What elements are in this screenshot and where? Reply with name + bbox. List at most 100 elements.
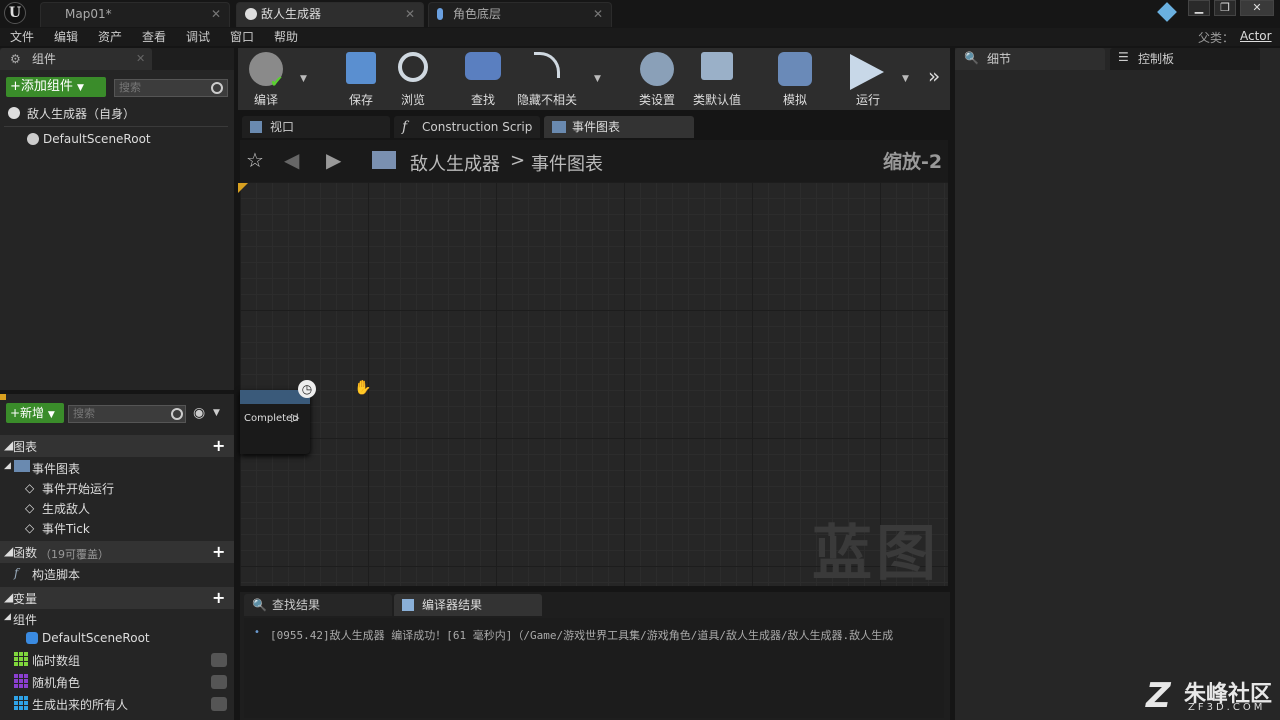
variables-section-label: 变量 [13, 592, 38, 606]
hand-cursor-icon: ✋ [354, 380, 372, 396]
class-defaults-button[interactable]: 类默认值 [688, 50, 746, 108]
components-tab-label: 组件 [32, 52, 57, 66]
tab-components[interactable] [0, 48, 152, 70]
parent-class-link[interactable]: Actor [1240, 29, 1272, 43]
function-icon: f [14, 566, 19, 580]
browse-button[interactable]: 浏览 [390, 50, 436, 108]
variable-item[interactable]: 随机角色 [32, 674, 80, 691]
tab-label: 查找结果 [272, 598, 321, 612]
menu-asset[interactable]: 资产 [98, 28, 122, 46]
array-variable-icon [14, 652, 28, 666]
compiler-log-line[interactable]: [0955.42]敌人生成器 编译成功！[61 毫秒内]（/Game/游戏世界工… [270, 627, 942, 643]
variable-item[interactable]: 临时数组 [32, 652, 80, 669]
chevron-down-icon: ▼ [47, 410, 55, 420]
more-tools-icon[interactable]: » [928, 64, 940, 88]
close-icon[interactable]: ✕ [405, 3, 415, 25]
function-icon: f [402, 119, 408, 135]
magnifier-icon [398, 52, 428, 82]
components-category-label[interactable]: 组件 [13, 611, 37, 628]
tab-viewport[interactable]: 视口 [242, 116, 390, 138]
tab-construction-script[interactable]: f Construction Scrip [394, 116, 540, 138]
event-item[interactable]: 生成敌人 [42, 500, 90, 517]
variable-item[interactable]: 生成出来的所有人 [32, 696, 128, 713]
tab-map01[interactable]: Map01* ✕ [40, 2, 230, 27]
variable-component-root[interactable]: DefaultSceneRoot [42, 631, 150, 645]
event-item[interactable]: 事件开始运行 [42, 480, 114, 497]
maximize-icon[interactable]: ❐ [1214, 0, 1236, 16]
close-icon[interactable]: ✕ [593, 3, 603, 25]
chevron-down-icon[interactable]: ▼ [300, 74, 307, 84]
exec-pin-icon[interactable]: ▷ [291, 411, 299, 424]
event-item[interactable]: 事件Tick [42, 520, 90, 537]
tab-character-base[interactable]: 角色底层 ✕ [428, 2, 612, 27]
close-icon[interactable]: ✕ [136, 52, 145, 65]
class-settings-button[interactable]: 类设置 [634, 50, 680, 108]
details-tab-label: 细节 [987, 52, 1012, 66]
palette-tab-label: 控制板 [1138, 52, 1175, 66]
components-tab-icon: ⚙ [10, 52, 21, 66]
blueprint-search-input[interactable]: 搜索 [68, 405, 186, 423]
default-scene-root-item[interactable]: DefaultSceneRoot [43, 132, 151, 146]
chevron-down-icon[interactable]: ▼ [213, 408, 220, 418]
scene-component-icon [26, 632, 38, 644]
play-button[interactable]: 运行 [842, 50, 894, 108]
add-graph-icon[interactable]: + [212, 438, 225, 454]
add-component-button[interactable]: +添加组件 ▼ [6, 77, 106, 97]
back-arrow-icon[interactable]: ◀ [284, 148, 299, 172]
unreal-logo-icon[interactable]: U [4, 2, 26, 24]
latent-clock-icon: ◷ [298, 380, 316, 398]
construction-script-item[interactable]: 构造脚本 [32, 566, 80, 583]
tab-enemy-spawner[interactable]: 敌人生成器 ✕ [236, 2, 424, 27]
breadcrumb-root[interactable]: 敌人生成器 [410, 150, 500, 176]
find-icon: 🔍 [252, 598, 267, 612]
palette-list-icon: ☰ [1118, 50, 1129, 64]
bookmark-star-icon[interactable]: ☆ [246, 148, 264, 172]
close-icon[interactable]: ✕ [211, 3, 221, 25]
hide-unrelated-button[interactable]: 隐藏不相关 [512, 50, 582, 108]
search-icon [171, 408, 183, 420]
array-variable-icon [14, 696, 28, 710]
brand-logo-icon: Z [1146, 676, 1171, 716]
event-graph-icon [14, 460, 30, 472]
event-diamond-icon: ◇ [25, 501, 35, 515]
event-graph-item[interactable]: 事件图表 [32, 460, 80, 477]
simulate-button[interactable]: 模拟 [772, 50, 818, 108]
search-placeholder: 搜索 [73, 407, 95, 420]
tab-palette[interactable] [1110, 48, 1260, 70]
details-icon: 🔍 [964, 51, 979, 65]
menu-file[interactable]: 文件 [10, 28, 34, 46]
hide-unrelated-label: 隐藏不相关 [516, 93, 577, 107]
new-button[interactable]: +新增 ▼ [6, 403, 64, 423]
compile-button[interactable]: ✔ 编译 [242, 50, 290, 108]
menu-debug[interactable]: 调试 [186, 28, 210, 46]
variable-visibility-toggle[interactable] [211, 653, 227, 667]
menu-view[interactable]: 查看 [142, 28, 166, 46]
tab-label: 视口 [270, 120, 295, 134]
zoom-level: 缩放-2 [883, 151, 943, 173]
parent-class-label: 父类： [1198, 31, 1235, 45]
variable-visibility-toggle[interactable] [211, 697, 227, 711]
add-variable-icon[interactable]: + [212, 590, 225, 606]
close-window-icon[interactable]: ✕ [1240, 0, 1274, 16]
tab-find-results[interactable]: 🔍 查找结果 [244, 594, 392, 616]
find-button[interactable]: 查找 [460, 50, 506, 108]
chevron-down-icon[interactable]: ▼ [594, 74, 601, 84]
minimize-icon[interactable]: ▁ [1188, 0, 1210, 16]
menu-edit[interactable]: 编辑 [54, 28, 78, 46]
forward-arrow-icon[interactable]: ▶ [326, 148, 341, 172]
tab-event-graph[interactable]: 事件图表 [544, 116, 694, 138]
variable-visibility-toggle[interactable] [211, 675, 227, 689]
blueprint-watermark: 蓝图 [812, 519, 940, 589]
menu-help[interactable]: 帮助 [274, 28, 298, 46]
save-button[interactable]: 保存 [338, 50, 384, 108]
chevron-down-icon[interactable]: ▼ [902, 74, 909, 84]
self-component-item[interactable]: 敌人生成器（自身） [27, 105, 135, 122]
eye-icon[interactable]: ◉ [193, 405, 205, 421]
collapse-arrow-icon: ◢ [4, 461, 11, 471]
add-function-icon[interactable]: + [212, 544, 225, 560]
find-label: 查找 [470, 93, 495, 107]
menu-window[interactable]: 窗口 [230, 28, 254, 46]
tab-compiler-results[interactable]: 编译器结果 [394, 594, 542, 616]
functions-section-label: 函数 [13, 546, 38, 560]
tab-label: 事件图表 [572, 120, 621, 134]
